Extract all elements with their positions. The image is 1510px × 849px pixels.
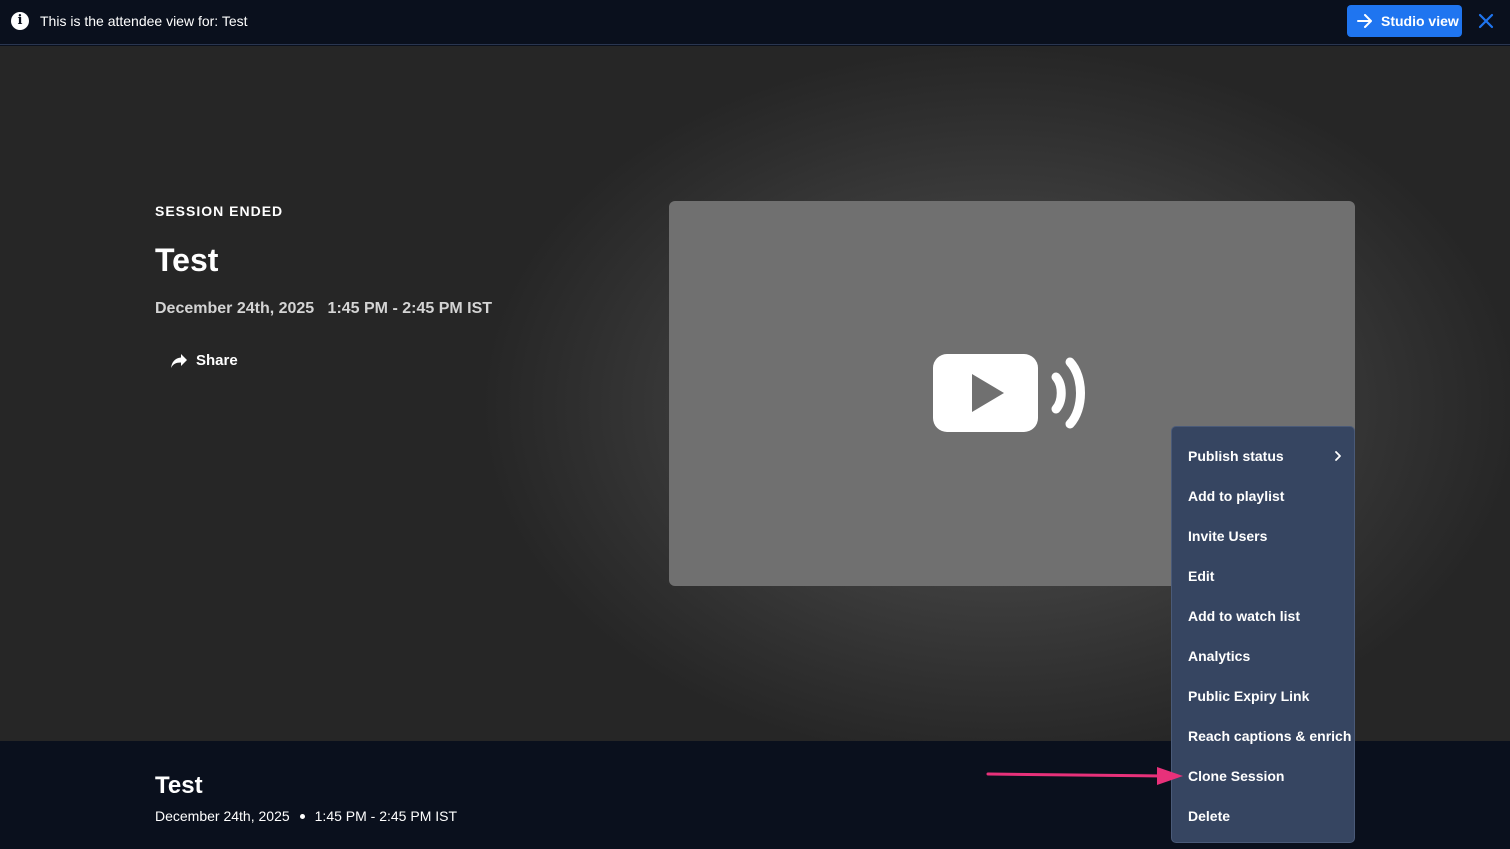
menu-item-label: Edit	[1188, 568, 1215, 584]
menu-item-label: Clone Session	[1188, 768, 1285, 784]
menu-item-invite-users[interactable]: Invite Users	[1172, 516, 1354, 556]
menu-item-label: Invite Users	[1188, 528, 1268, 544]
studio-view-label: Studio view	[1381, 13, 1459, 29]
footer-title: Test	[155, 772, 203, 799]
chevron-right-icon	[1335, 451, 1341, 461]
separator-dot	[299, 813, 305, 819]
video-audio-icon	[933, 354, 1085, 432]
arrow-right-icon	[1357, 14, 1372, 28]
menu-item-label: Delete	[1188, 808, 1231, 824]
attendee-view-banner: i This is the attendee view for: Test St…	[0, 0, 1510, 45]
menu-item-add-to-playlist[interactable]: Add to playlist	[1172, 476, 1354, 516]
menu-item-publish-status[interactable]: Publish status	[1172, 436, 1354, 476]
info-icon: i	[11, 12, 29, 30]
menu-item-label: Analytics	[1188, 648, 1251, 664]
session-datetime: December 24th, 2025 1:45 PM - 2:45 PM IS…	[155, 300, 493, 317]
close-icon[interactable]	[1477, 12, 1495, 30]
share-icon	[171, 353, 187, 368]
menu-item-label: Publish status	[1188, 448, 1284, 464]
menu-item-public-expiry-link[interactable]: Public Expiry Link	[1172, 676, 1354, 716]
session-status: SESSION ENDED	[155, 203, 284, 219]
menu-item-reach-captions[interactable]: Reach captions & enrich	[1172, 716, 1354, 756]
banner-text: This is the attendee view for: Test	[40, 13, 248, 29]
footer-meta: December 24th, 2025 1:45 PM - 2:45 PM IS…	[155, 808, 457, 824]
menu-item-label: Reach captions & enrich	[1188, 728, 1352, 744]
annotation-arrow-icon	[986, 767, 1183, 785]
menu-item-analytics[interactable]: Analytics	[1172, 636, 1354, 676]
menu-item-label: Add to watch list	[1188, 608, 1300, 624]
menu-item-edit[interactable]: Edit	[1172, 556, 1354, 596]
session-actions-menu: Publish status Add to playlist Invite Us…	[1171, 426, 1355, 843]
menu-item-delete[interactable]: Delete	[1172, 796, 1354, 836]
menu-item-label: Add to playlist	[1188, 488, 1285, 504]
studio-view-button[interactable]: Studio view	[1347, 5, 1462, 37]
share-label: Share	[196, 352, 238, 369]
footer-time: 1:45 PM - 2:45 PM IST	[314, 808, 458, 824]
menu-item-clone-session[interactable]: Clone Session	[1172, 756, 1354, 796]
menu-item-add-to-watch-list[interactable]: Add to watch list	[1172, 596, 1354, 636]
footer-date: December 24th, 2025	[155, 808, 290, 824]
share-button[interactable]: Share	[170, 352, 238, 369]
session-title: Test	[155, 242, 219, 278]
menu-item-label: Public Expiry Link	[1188, 688, 1310, 704]
